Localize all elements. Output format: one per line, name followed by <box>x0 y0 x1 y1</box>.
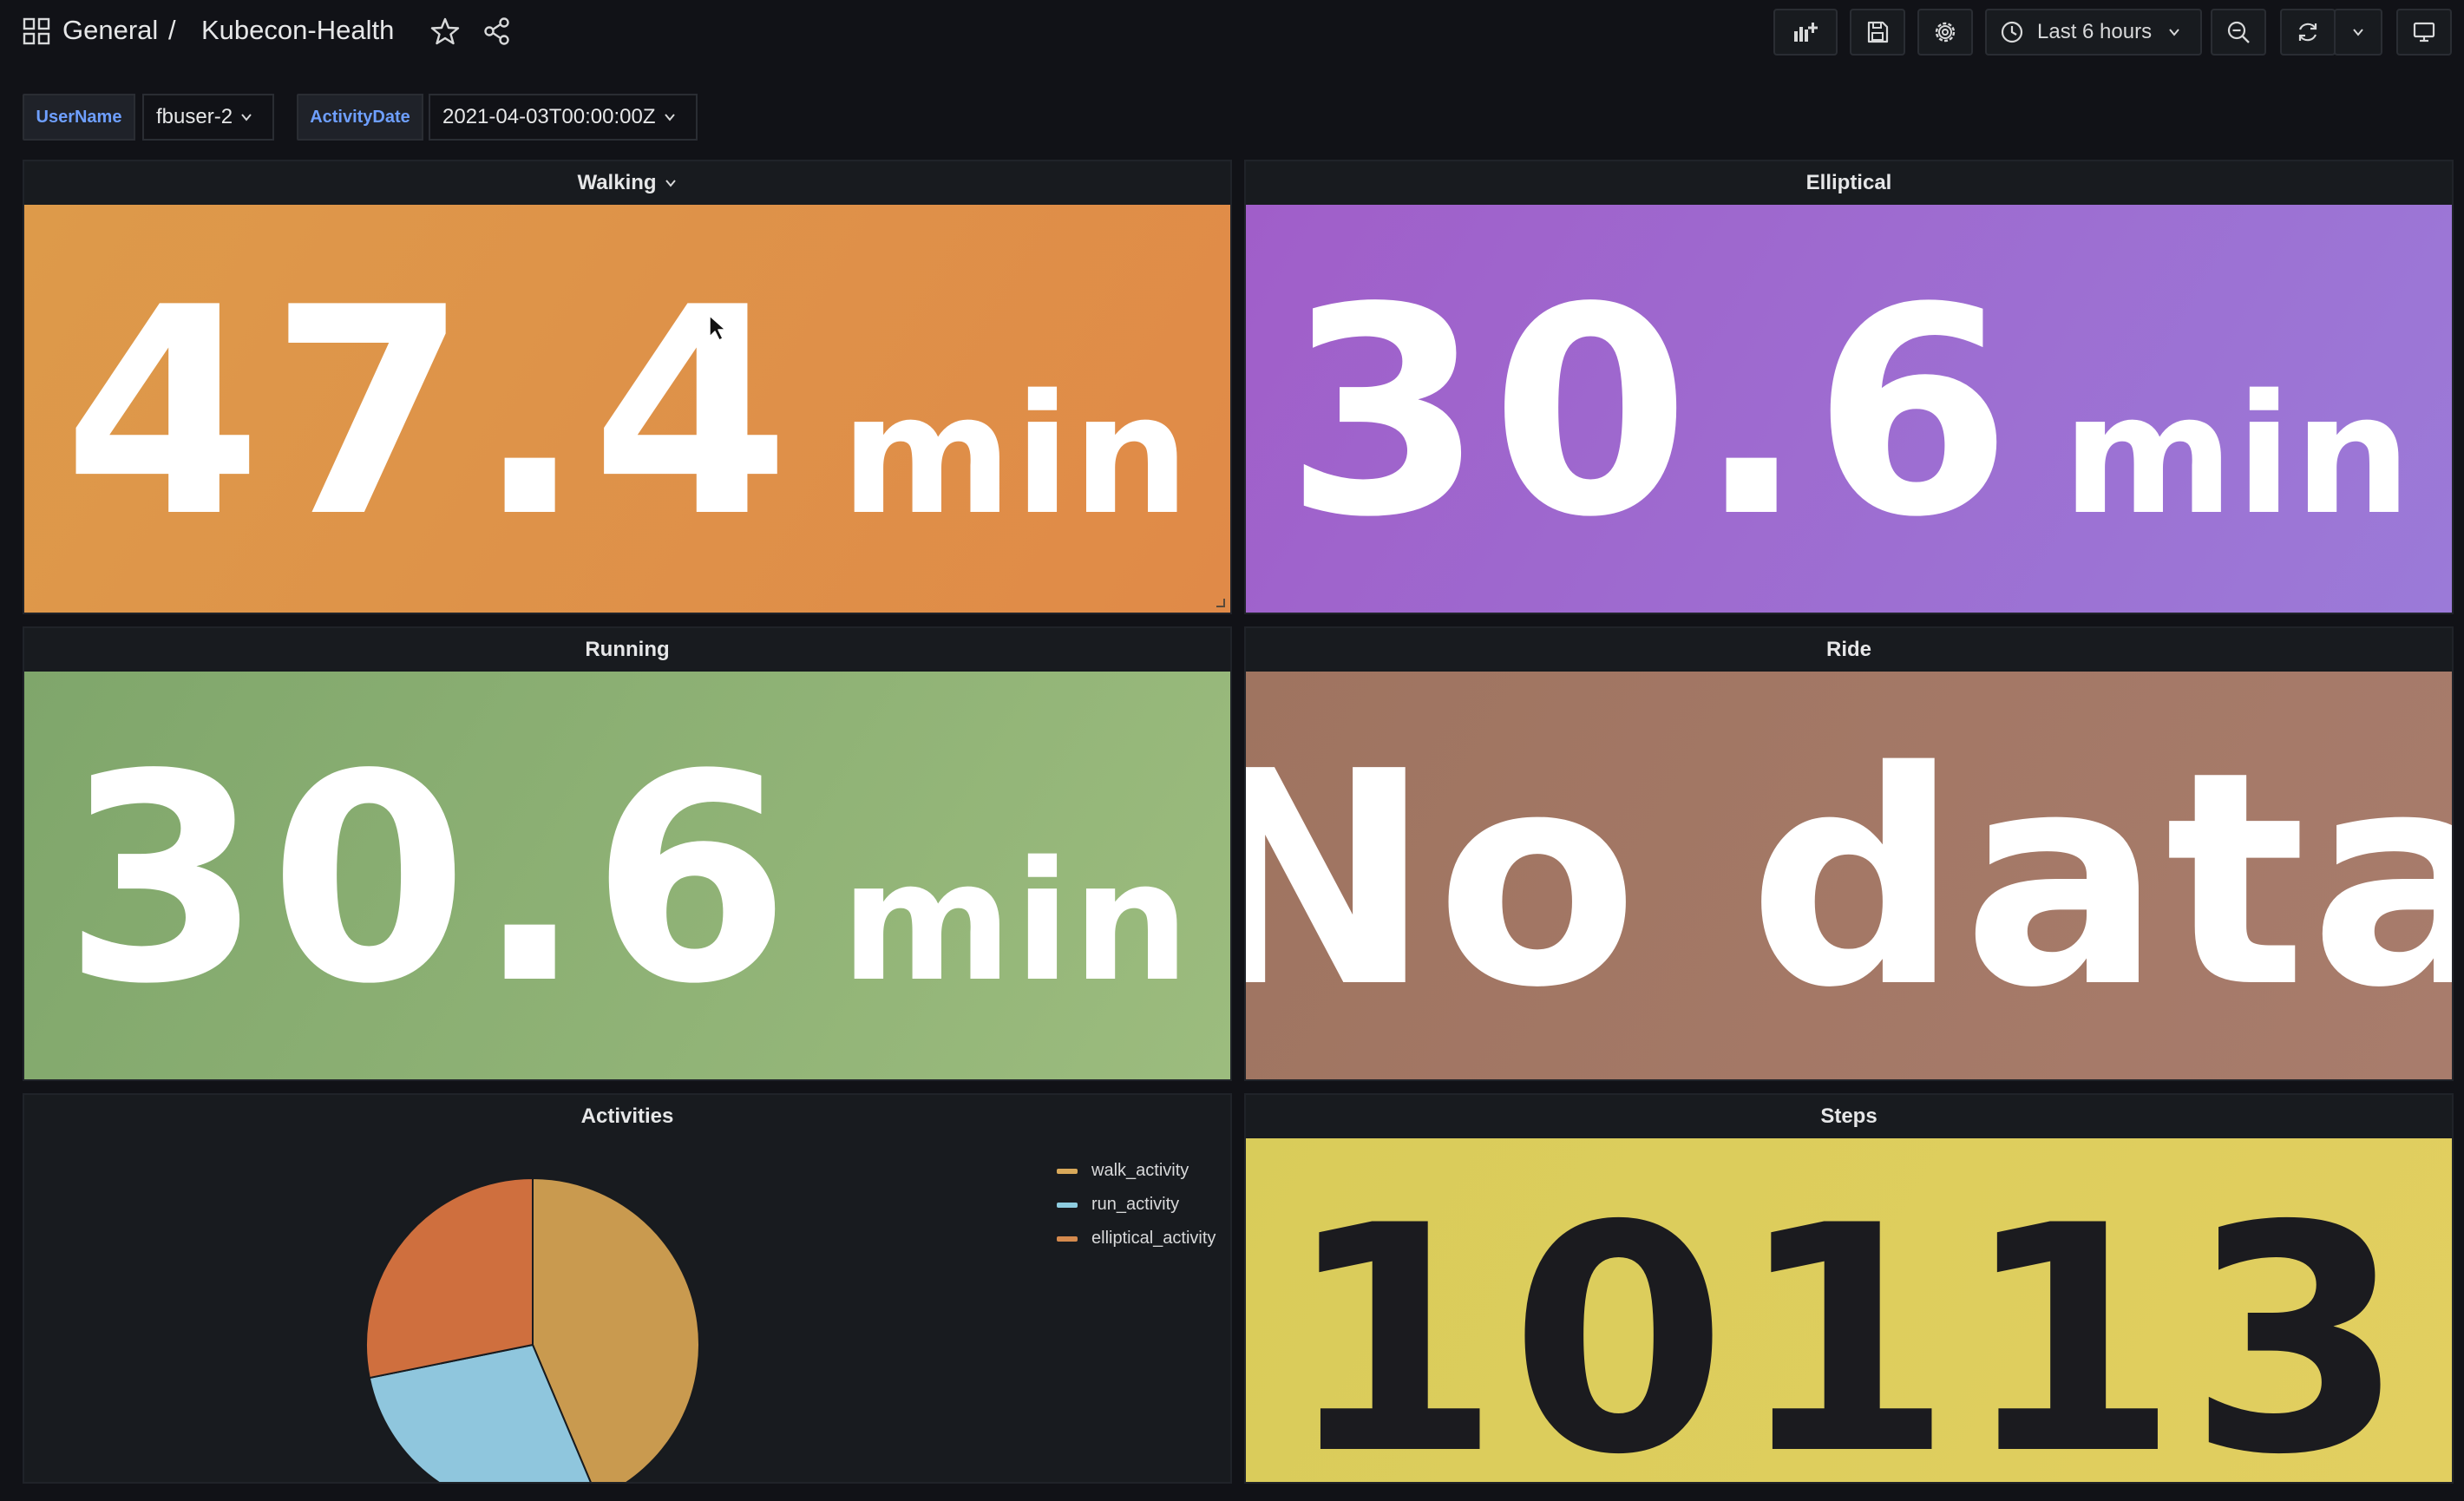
chevron-down-icon <box>665 180 676 187</box>
panel-elliptical: Elliptical 30.6 min <box>1244 160 2454 614</box>
variable-select-username[interactable]: fbuser-2 <box>142 94 274 141</box>
panel-title-walking: Walking <box>577 171 657 194</box>
save-dashboard-button[interactable] <box>1850 9 1905 56</box>
breadcrumb-folder[interactable]: General <box>62 15 158 46</box>
time-range-label: Last 6 hours <box>2037 20 2153 43</box>
star-icon[interactable] <box>430 16 460 46</box>
chevron-down-icon <box>664 114 675 121</box>
view-mode-button[interactable] <box>2396 9 2452 56</box>
panel-header-walking[interactable]: Walking <box>24 161 1230 205</box>
chevron-down-icon <box>2169 29 2179 36</box>
variable-label-activitydate: ActivityDate <box>297 94 423 141</box>
pie-slice-elliptical-activity[interactable] <box>365 1177 534 1380</box>
panel-header-steps[interactable]: Steps <box>1246 1095 2452 1138</box>
add-panel-icon <box>1794 23 1818 42</box>
clock-icon <box>2001 21 2023 43</box>
time-range-picker[interactable]: Last 6 hours <box>1985 9 2202 56</box>
panel-title-elliptical: Elliptical <box>1805 171 1892 194</box>
apps-grid-icon[interactable] <box>23 17 50 45</box>
panel-steps: Steps 10113 <box>1244 1093 2454 1484</box>
stat-value-ride: No data <box>1246 709 2452 1052</box>
legend-swatch-elliptical <box>1057 1236 1078 1242</box>
panel-title-steps: Steps <box>1820 1104 1877 1128</box>
variable-value-username: fbuser-2 <box>156 105 233 128</box>
pie-legend: walk_activity run_activity elliptical_ac… <box>1057 1154 1216 1255</box>
stat-area-steps: 10113 <box>1246 1138 2452 1482</box>
mouse-cursor-icon <box>709 315 726 341</box>
stat-unit-elliptical: min <box>2061 359 2414 551</box>
breadcrumb-separator: / <box>168 15 176 45</box>
stat-area-ride: No data <box>1246 672 2452 1079</box>
legend-label-elliptical: elliptical_activity <box>1091 1229 1216 1248</box>
variable-label-username: UserName <box>23 94 135 141</box>
stat-area-walking: 47.4 min <box>24 205 1230 613</box>
gear-icon <box>1935 22 1956 43</box>
dashboard-title[interactable]: Kubecon-Health <box>201 15 394 46</box>
refresh-interval-dropdown[interactable] <box>2334 9 2382 56</box>
top-navbar: General / Kubecon-Health Last 6 hours <box>0 0 2464 64</box>
legend-swatch-walk <box>1057 1168 1078 1174</box>
stat-area-elliptical: 30.6 min <box>1246 205 2452 613</box>
panel-header-running[interactable]: Running <box>24 628 1230 672</box>
panel-header-ride[interactable]: Ride <box>1246 628 2452 672</box>
stat-value-elliptical: 30.6 min <box>1285 246 2414 580</box>
panel-running: Running 30.6 min <box>23 626 1232 1081</box>
panel-title-ride: Ride <box>1825 638 1871 661</box>
zoom-out-button[interactable] <box>2211 9 2266 56</box>
resize-handle-icon[interactable] <box>1215 597 1225 607</box>
legend-swatch-run <box>1057 1202 1078 1208</box>
legend-item-walk[interactable]: walk_activity <box>1057 1154 1216 1188</box>
stat-value-steps: 10113 <box>1283 1158 2415 1483</box>
dashboard-settings-button[interactable] <box>1917 9 1973 56</box>
stat-number-running: 30.6 <box>62 713 797 1046</box>
legend-label-run: run_activity <box>1091 1195 1180 1214</box>
chevron-down-icon <box>2353 29 2363 36</box>
panel-title-running: Running <box>585 638 670 661</box>
stat-area-running: 30.6 min <box>24 672 1230 1079</box>
stat-number-elliptical: 30.6 <box>1284 246 2019 580</box>
stat-value-walking: 47.4 min <box>63 246 1192 580</box>
chevron-down-icon <box>241 114 252 121</box>
legend-label-walk: walk_activity <box>1091 1161 1189 1180</box>
legend-item-elliptical[interactable]: elliptical_activity <box>1057 1222 1216 1255</box>
panel-walking: Walking 47.4 min <box>23 160 1232 614</box>
stat-value-running: 30.6 min <box>63 713 1192 1046</box>
stat-number-walking: 47.4 <box>62 246 797 580</box>
refresh-button[interactable] <box>2280 9 2336 56</box>
monitor-icon <box>2413 22 2435 43</box>
legend-item-run[interactable]: run_activity <box>1057 1188 1216 1222</box>
panel-header-elliptical[interactable]: Elliptical <box>1246 161 2452 205</box>
pie-chart <box>365 1177 700 1482</box>
zoom-out-icon <box>2227 21 2250 43</box>
share-icon[interactable] <box>482 16 512 46</box>
variable-value-activitydate: 2021-04-03T00:00:00Z <box>442 105 656 128</box>
add-panel-button[interactable] <box>1773 9 1838 56</box>
save-icon <box>1867 21 1889 43</box>
refresh-icon <box>2298 23 2317 42</box>
panel-activities: Activities walk_activity run_activity el… <box>23 1093 1232 1484</box>
stat-unit-running: min <box>840 826 1192 1018</box>
stat-unit-walking: min <box>840 359 1192 551</box>
variable-select-activitydate[interactable]: 2021-04-03T00:00:00Z <box>429 94 698 141</box>
panel-ride: Ride No data <box>1244 626 2454 1081</box>
